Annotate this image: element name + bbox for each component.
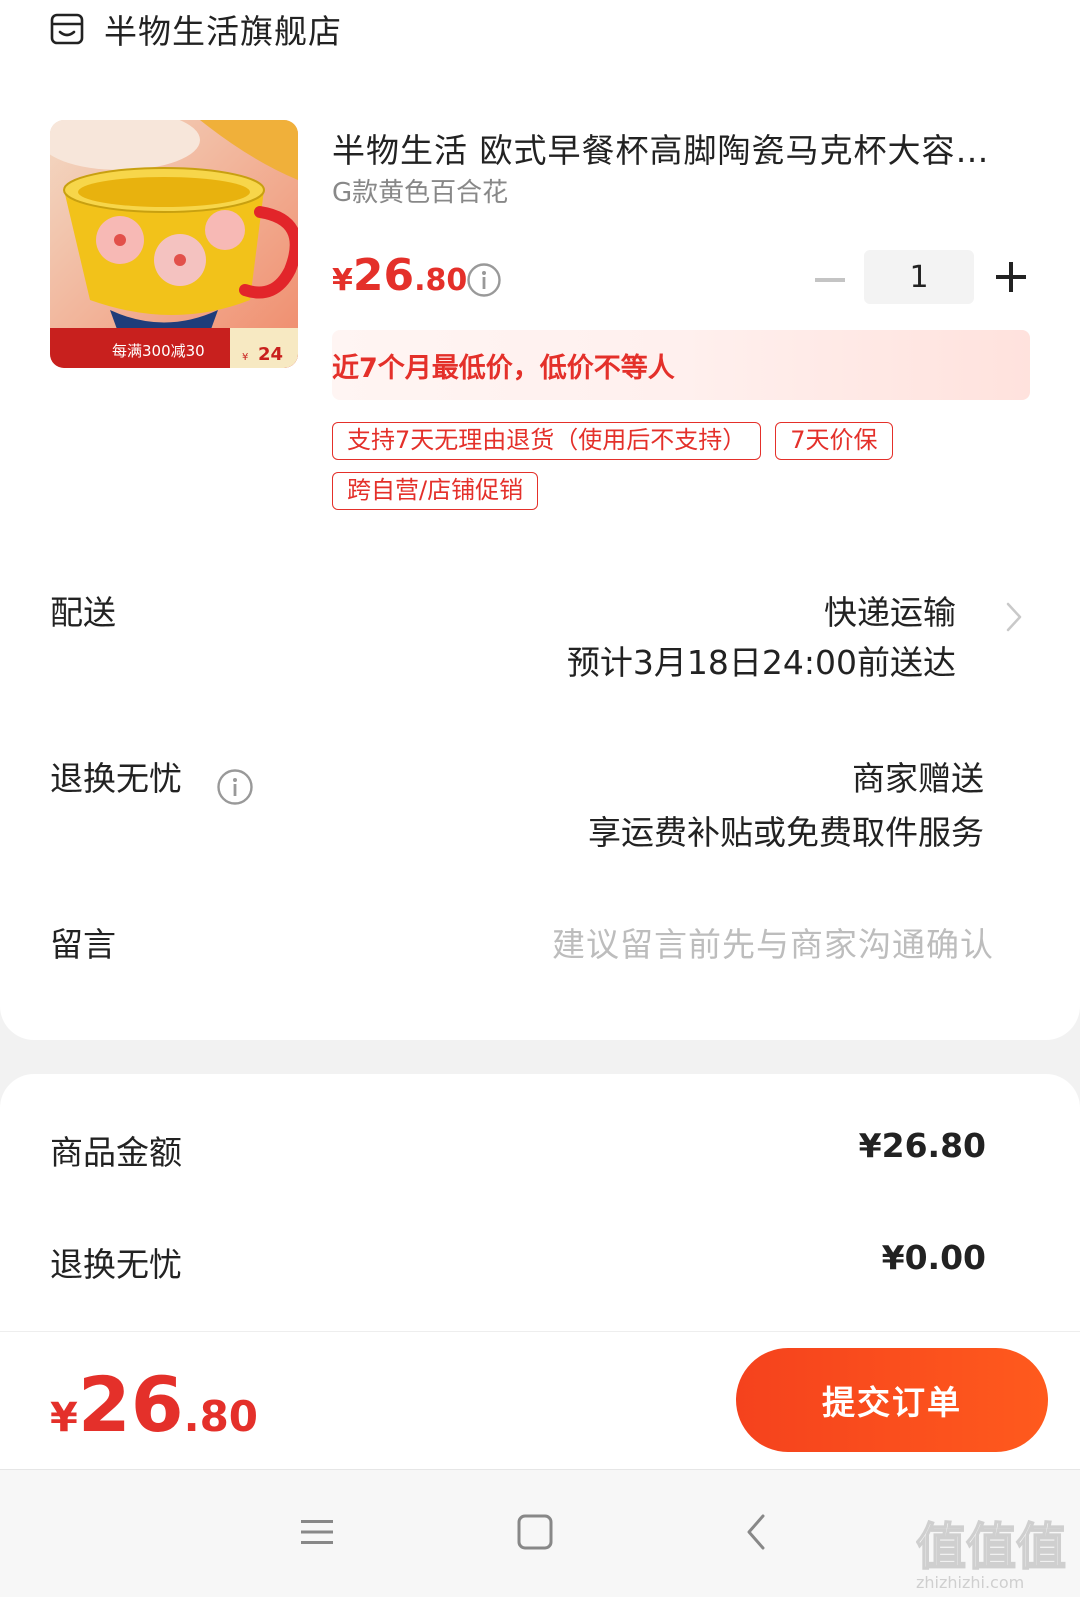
message-label: 留言 xyxy=(50,925,116,964)
service-tags: 支持7天无理由退货（使用后不支持） 7天价保 跨自营/店铺促销 xyxy=(332,422,1032,522)
product-price: ¥ 26 .80 xyxy=(332,250,467,301)
watermark-text: 值值值 xyxy=(916,1518,1066,1576)
product-title[interactable]: 半物生活 欧式早餐杯高脚陶瓷马克杯大容… xyxy=(332,124,1032,172)
return-fee-value: ¥0.00 xyxy=(881,1238,986,1277)
goods-amount-label: 商品金额 xyxy=(50,1133,182,1172)
quantity-input[interactable]: 1 xyxy=(864,250,974,304)
return-service-label: 退换无忧 xyxy=(50,759,182,798)
submit-order-button[interactable]: 提交订单 xyxy=(736,1348,1048,1452)
store-header[interactable]: 半物生活旗舰店 xyxy=(50,4,342,54)
watermark-logo: 值值值 zhizhizhi.com xyxy=(916,1517,1067,1592)
chevron-right-icon[interactable] xyxy=(1004,600,1024,634)
back-icon[interactable] xyxy=(735,1510,779,1554)
badge-price: 24 xyxy=(258,344,283,365)
badge-text: 每满300减30 xyxy=(112,342,205,360)
return-service-line2: 享运费补贴或免费取件服务 xyxy=(588,813,984,852)
home-icon[interactable] xyxy=(513,1510,557,1554)
return-service-line1: 商家赠送 xyxy=(852,759,984,798)
store-name: 半物生活旗舰店 xyxy=(104,12,342,51)
tag-price-protect[interactable]: 7天价保 xyxy=(775,422,893,460)
quantity-increase-button[interactable] xyxy=(992,258,1030,296)
price-symbol: ¥ xyxy=(332,263,353,298)
summary-card xyxy=(0,1074,1080,1334)
watermark-subtext: zhizhizhi.com xyxy=(916,1573,1024,1592)
minus-icon xyxy=(815,278,845,282)
tag-promotion[interactable]: 跨自营/店铺促销 xyxy=(332,472,539,510)
plus-icon xyxy=(996,262,1026,292)
menu-icon[interactable] xyxy=(295,1510,339,1554)
mug-illustration: 每满300减30 ¥ 24 xyxy=(50,120,298,368)
return-info-icon[interactable] xyxy=(216,768,254,806)
delivery-method[interactable]: 快递运输 xyxy=(824,586,956,634)
lowest-price-banner: 近7个月最低价，低价不等人 xyxy=(332,330,1030,400)
goods-amount-value: ¥26.80 xyxy=(858,1126,986,1165)
price-integer: 26 xyxy=(352,250,415,301)
tag-return-7days[interactable]: 支持7天无理由退货（使用后不支持） xyxy=(332,422,762,460)
store-icon xyxy=(50,13,84,45)
total-price: ¥ 26 .80 xyxy=(50,1360,258,1449)
return-fee-label: 退换无忧 xyxy=(50,1245,182,1284)
total-decimal: .80 xyxy=(183,1392,259,1441)
product-sku[interactable]: G款黄色百合花 xyxy=(332,172,508,209)
product-image[interactable]: 每满300减30 ¥ 24 xyxy=(50,120,298,368)
quantity-decrease-button[interactable] xyxy=(812,262,848,298)
price-info-icon[interactable] xyxy=(466,262,502,298)
delivery-eta: 预计3月18日24:00前送达 xyxy=(566,643,956,682)
message-input[interactable]: 建议留言前先与商家沟通确认 xyxy=(552,918,994,966)
total-symbol: ¥ xyxy=(50,1395,78,1441)
badge-symbol: ¥ xyxy=(242,352,248,363)
delivery-label: 配送 xyxy=(50,593,116,632)
price-decimal: .80 xyxy=(414,263,468,298)
total-integer: 26 xyxy=(77,1360,184,1449)
